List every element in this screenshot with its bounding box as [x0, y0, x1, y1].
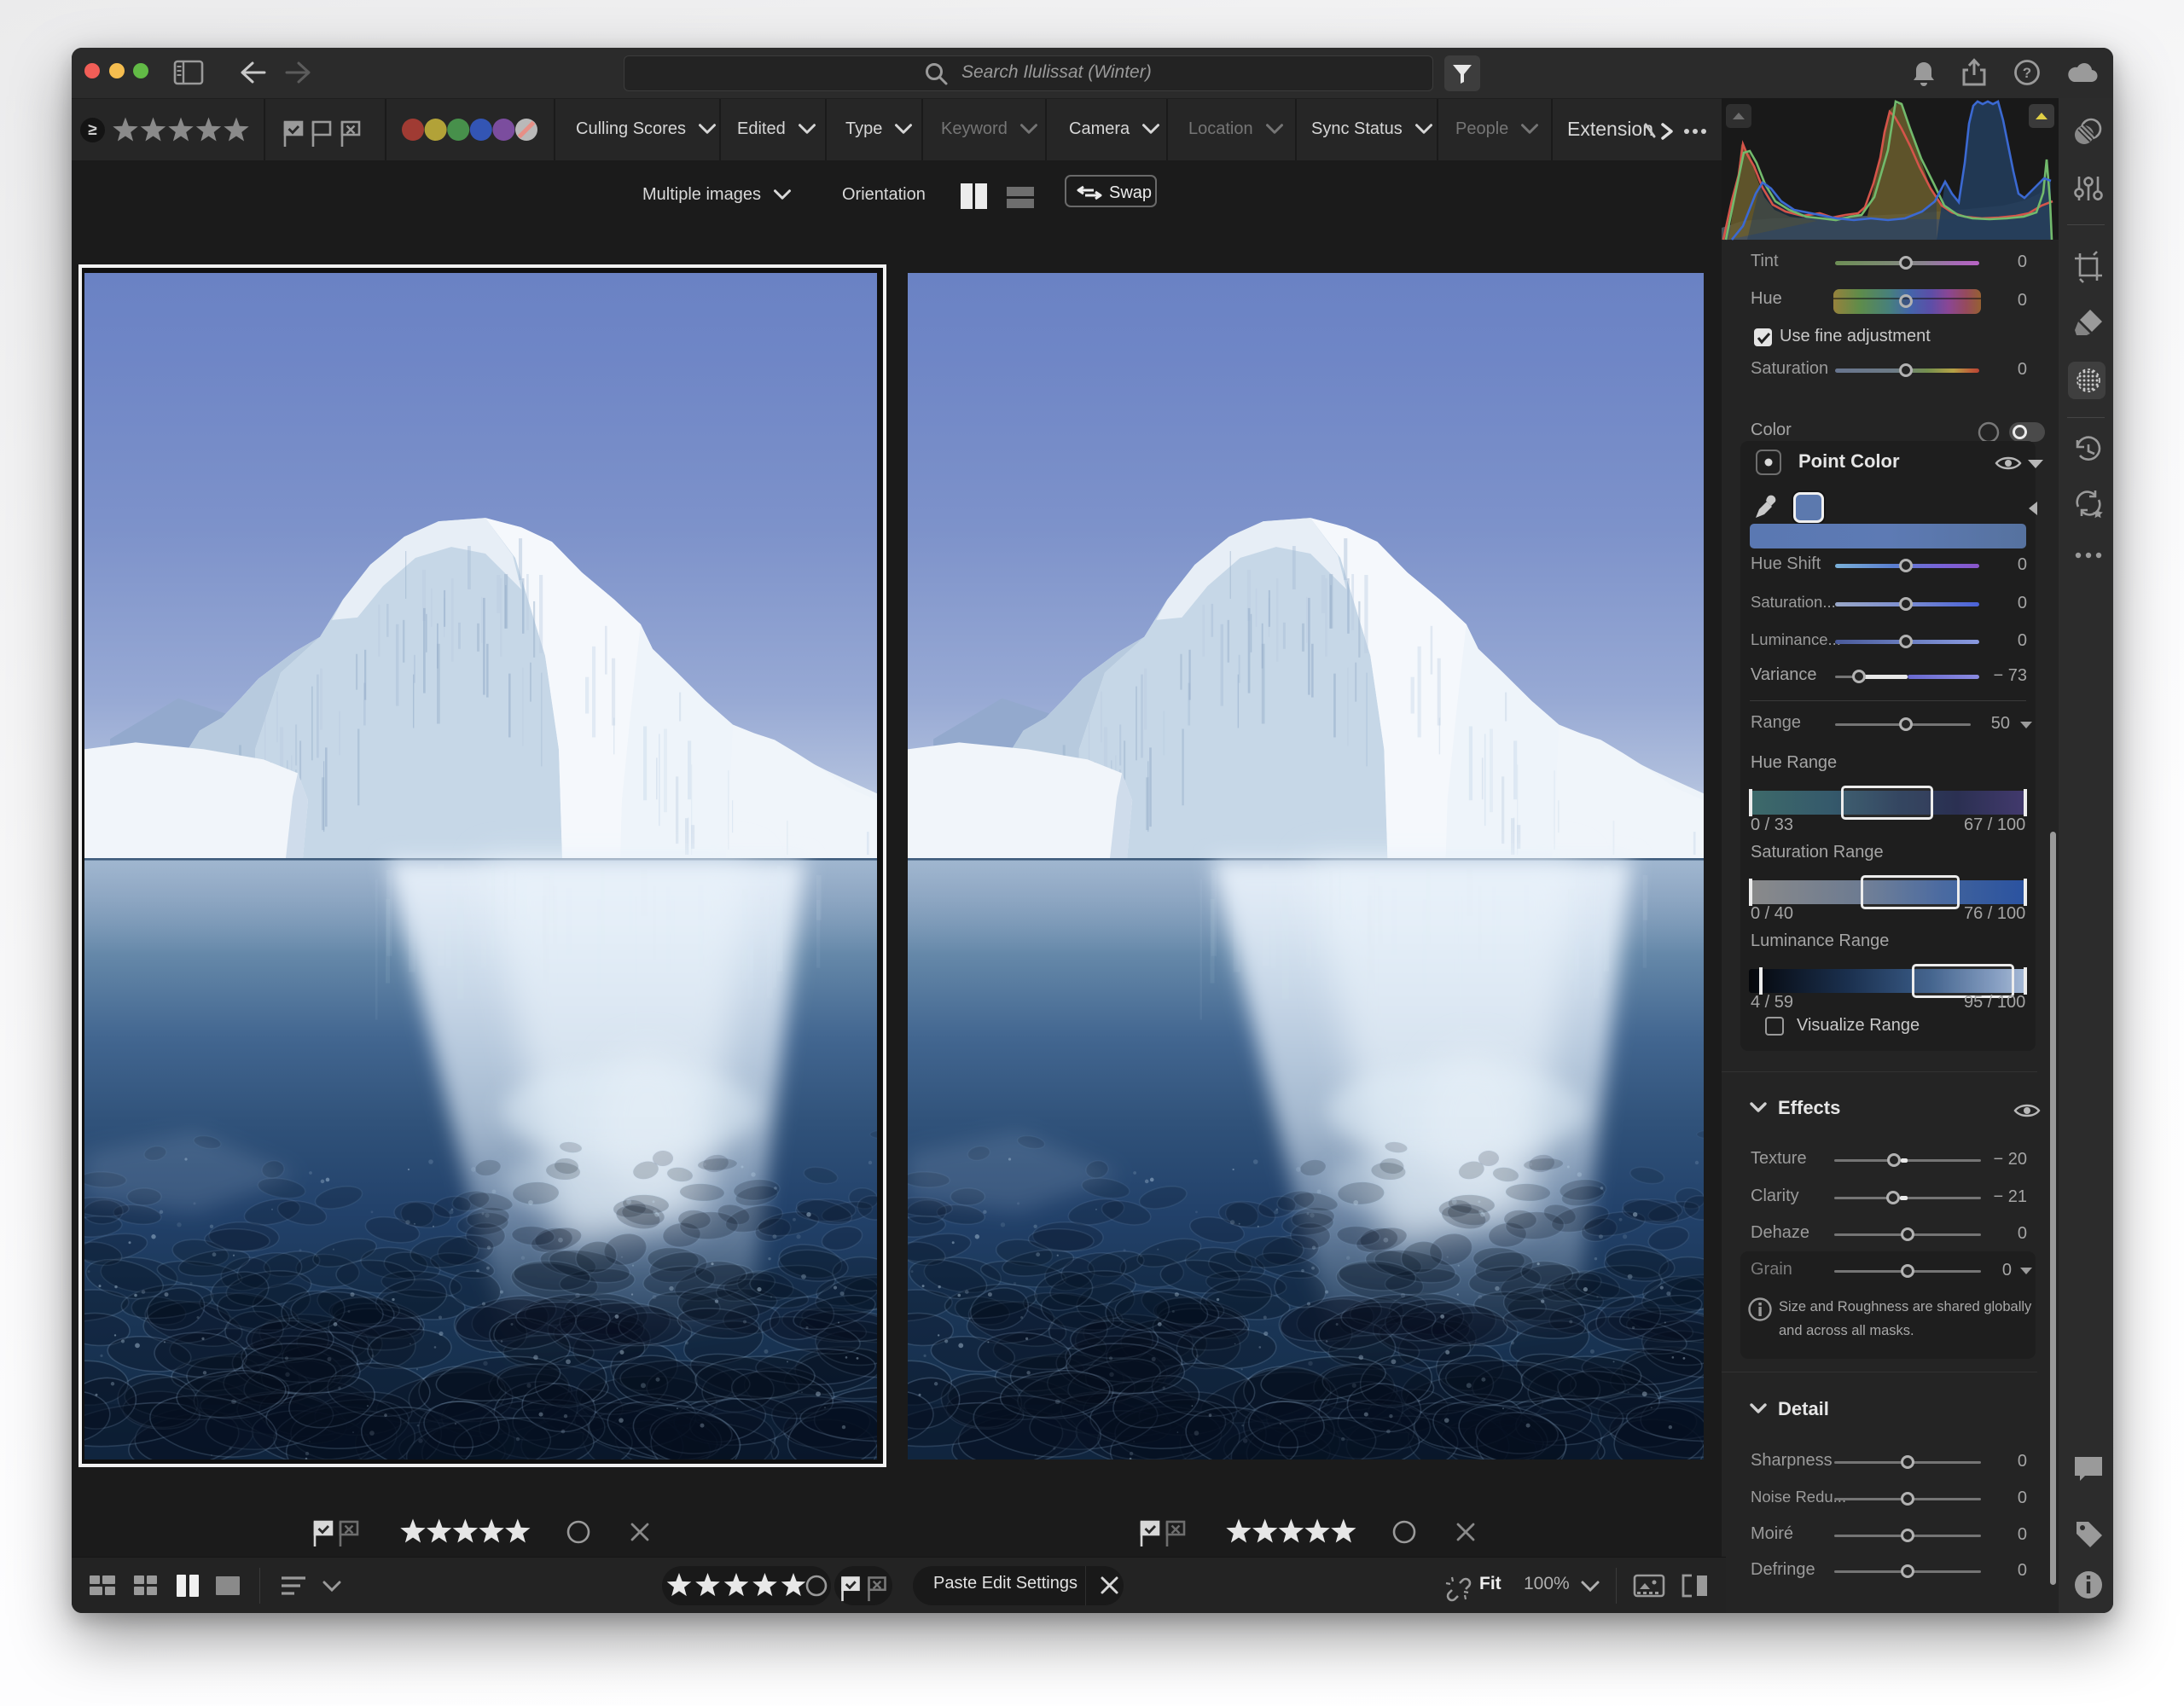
svg-text:?: ?: [2023, 65, 2031, 81]
